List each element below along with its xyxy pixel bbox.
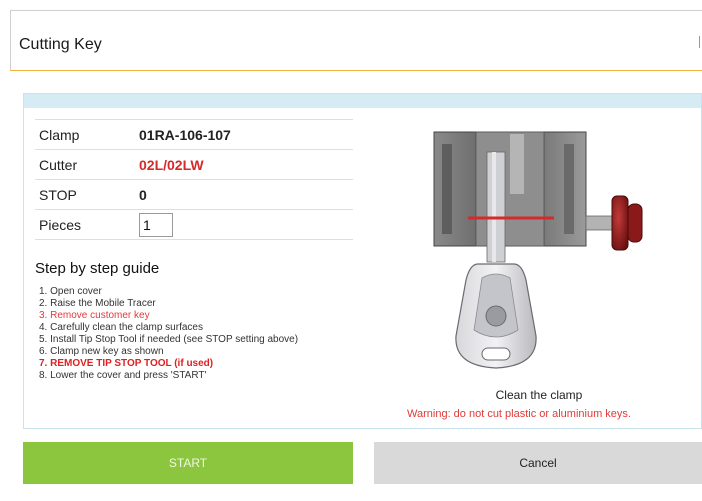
cutter-label: Cutter [35, 149, 139, 180]
stop-value: 0 [139, 179, 353, 210]
guide-steps: 1. Open cover 2. Raise the Mobile Tracer… [39, 286, 369, 382]
dialog-header: Cutting Key [10, 11, 702, 71]
guide-title: Step by step guide [35, 260, 160, 277]
clamp-value: 01RA-106-107 [139, 119, 353, 150]
spec-row-pieces: Pieces [35, 209, 353, 240]
guide-step: 3. Remove customer key [39, 310, 150, 321]
key-in-clamp-illustration [433, 131, 643, 369]
spec-row-clamp: Clamp 01RA-106-107 [35, 119, 353, 150]
key-spec-table: Clamp 01RA-106-107 Cutter 02L/02LW STOP … [35, 119, 353, 240]
clamp-label: Clamp [35, 119, 139, 150]
panel-top-bar [24, 94, 701, 108]
header-divider [10, 70, 702, 71]
start-button[interactable]: START [23, 442, 353, 484]
cutting-panel: Clamp 01RA-106-107 Cutter 02L/02LW STOP … [23, 93, 702, 429]
illustration-caption: Clean the clamp [495, 388, 583, 402]
pieces-input[interactable] [139, 212, 173, 237]
guide-step: 1. Open cover [39, 286, 102, 297]
window-edge-mark [699, 36, 700, 48]
warning-message: Warning: do not cut plastic or aluminium… [407, 408, 631, 420]
cancel-button[interactable]: Cancel [374, 442, 702, 484]
cutter-value: 02L/02LW [139, 149, 353, 180]
page-title: Cutting Key [19, 36, 102, 53]
guide-step: 6. Clamp new key as shown [39, 346, 164, 357]
guide-step: 2. Raise the Mobile Tracer [39, 298, 156, 309]
spec-row-cutter: Cutter 02L/02LW [35, 149, 353, 180]
spec-row-stop: STOP 0 [35, 179, 353, 210]
pieces-cell [139, 209, 353, 240]
guide-step: 4. Carefully clean the clamp surfaces [39, 322, 203, 333]
pieces-label: Pieces [35, 209, 139, 240]
guide-step: 8. Lower the cover and press 'START' [39, 370, 207, 381]
stop-label: STOP [35, 179, 139, 210]
guide-step: 7. REMOVE TIP STOP TOOL (if used) [39, 358, 214, 369]
guide-step: 5. Install Tip Stop Tool if needed (see … [39, 334, 299, 345]
